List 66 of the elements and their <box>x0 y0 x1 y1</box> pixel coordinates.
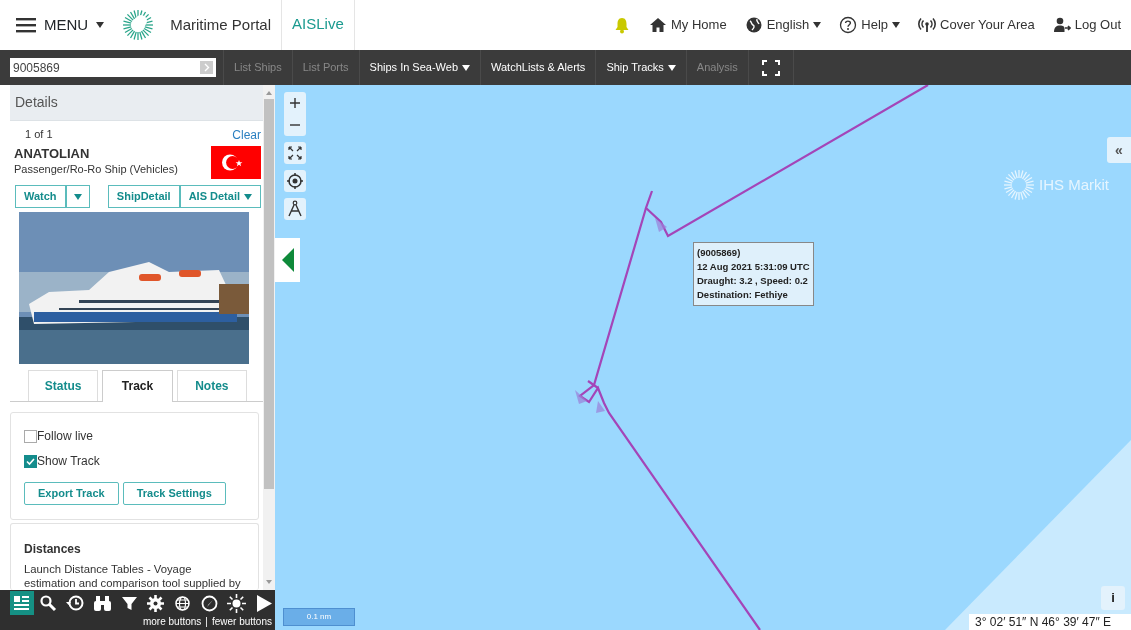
button[interactable]: Track Settings <box>122 482 226 506</box>
caret-icon <box>462 64 471 71</box>
caret-icon <box>244 193 252 200</box>
nav-link[interactable]: Cover Your Area <box>918 15 1035 35</box>
button[interactable]: ShipDetail <box>107 185 180 209</box>
sun-icon <box>225 592 247 614</box>
menu-icon <box>16 17 36 33</box>
expand-panel-button[interactable]: « <box>1107 137 1131 163</box>
checkbox-option[interactable]: Follow live <box>24 427 245 446</box>
tooltip-line: 12 Aug 2021 5:31:09 UTC <box>697 260 810 274</box>
scale-bar: 0.1 nm <box>283 608 355 626</box>
caret-icon <box>96 22 105 28</box>
description-text: Launch Distance Tables - Voyage estimation and comparison tool supplied by <box>24 562 242 590</box>
ship-type: Passenger/Ro-Ro Ship (Vehicles) <box>14 162 178 177</box>
caret-icon <box>73 193 82 200</box>
direction-marker <box>596 401 605 413</box>
menu-button[interactable]: MENU <box>16 13 105 37</box>
button[interactable]: Export Track <box>24 482 119 506</box>
caret-icon <box>667 64 676 71</box>
nav-link[interactable]: English <box>744 15 822 35</box>
target-icon[interactable] <box>284 170 306 192</box>
checkbox-option[interactable]: Show Track <box>24 452 245 471</box>
antenna-icon <box>918 16 937 34</box>
collapse-panel-button[interactable] <box>275 238 300 282</box>
direction-marker <box>575 390 587 404</box>
button[interactable]: Watch <box>15 185 66 209</box>
nav-link[interactable]: My Home <box>649 15 727 35</box>
crescent-flag-icon <box>211 146 261 179</box>
ship-name: ANATOLIAN <box>14 146 91 161</box>
nav-link[interactable]: Help <box>839 15 901 35</box>
dropdown-button[interactable] <box>65 185 90 209</box>
tab[interactable]: Track <box>102 370 173 403</box>
globe-icon <box>744 16 763 34</box>
sunburst-logo-icon <box>122 9 155 41</box>
toolbar-tool[interactable] <box>224 591 249 615</box>
nav-link[interactable]: Log Out <box>1052 15 1121 35</box>
fullscreen-icon[interactable] <box>761 59 780 76</box>
tooltip-line: (9005869) <box>697 246 742 260</box>
tooltip-line: Draught: 3.2 , Speed: 0.2 <box>697 274 809 288</box>
portal-title: Maritime Portal <box>170 14 272 35</box>
clear-link[interactable]: Clear <box>232 126 261 144</box>
checkbox[interactable] <box>24 454 37 468</box>
direction-marker <box>655 218 667 232</box>
caret-icon <box>813 22 822 28</box>
tooltip-line: Destination: Fethiye <box>697 288 789 302</box>
checkbox[interactable] <box>24 429 37 443</box>
more-buttons-link[interactable]: more buttons <box>142 615 202 629</box>
sunburst-logo-icon <box>1003 169 1035 201</box>
tab[interactable]: Notes <box>176 370 247 402</box>
search-field[interactable]: 9005869 <box>10 58 216 77</box>
section-title: Distances <box>24 541 82 559</box>
result-count: 1 of 1 <box>25 127 53 142</box>
button[interactable]: AIS Detail <box>179 185 261 209</box>
caret-icon <box>892 22 901 28</box>
triangle-left-icon <box>281 248 294 272</box>
fewer-buttons-link[interactable]: fewer buttons <box>211 615 272 629</box>
person-exit-icon <box>1052 16 1071 34</box>
info-button[interactable]: i <box>1101 586 1125 610</box>
attribution-text: IHS Markit <box>1039 174 1109 195</box>
coordinates-text: 3° 02′ 51″ N 46° 39′ 47″ E <box>969 614 1131 630</box>
tab[interactable]: Status <box>28 370 99 402</box>
question-circle-icon <box>839 16 858 34</box>
house-icon <box>649 16 668 34</box>
scrollbar-thumb[interactable] <box>264 99 274 489</box>
panel-header: Details <box>10 85 263 121</box>
separator-text: | <box>205 615 208 629</box>
